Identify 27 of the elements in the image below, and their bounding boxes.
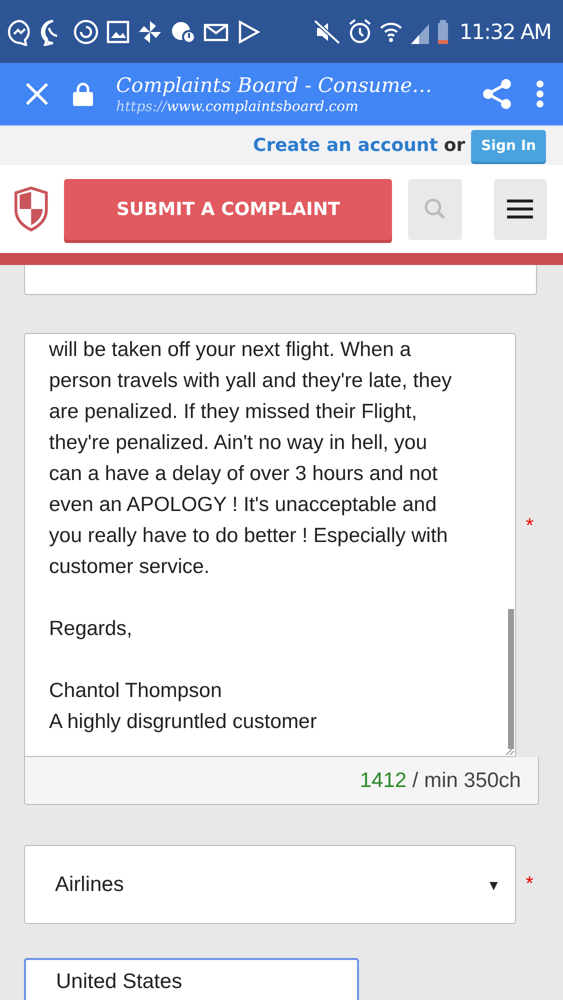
complaint-textarea[interactable]: will be taken off your next flight. When a person travels with yall and they're late, they are penalized. If they missed their Flight, they're penalized. Ain't no way in hell, you can a have a delay of over 3 hours and not even an APOLOGY ! It's unacceptable and you really have to do better ! Especially with customer service. Regards, Chantol Thompson A highly disgruntled customer xyxy=(24,333,516,757)
required-mark: * xyxy=(526,873,534,896)
country-dropdown[interactable]: United States xyxy=(24,958,359,1000)
close-icon[interactable] xyxy=(24,81,50,107)
page-title: Complaints Board - Consume… xyxy=(116,73,434,97)
battery-icon xyxy=(436,18,450,46)
character-counter: 1412 / min 350ch xyxy=(360,768,521,792)
text-field[interactable] xyxy=(24,265,537,295)
mute-icon xyxy=(312,18,342,46)
sync-icon xyxy=(72,18,100,46)
more-options-icon[interactable] xyxy=(535,79,545,109)
page-url: https://www.complaintsboard.com xyxy=(116,99,360,115)
menu-button[interactable] xyxy=(494,178,547,240)
submit-complaint-button[interactable]: SUBMIT A COMPLAINT xyxy=(64,178,392,240)
scrollbar[interactable] xyxy=(508,609,514,749)
lock-icon xyxy=(72,81,94,107)
clock-time: 11:32 AM xyxy=(459,20,551,44)
alarm-icon xyxy=(347,18,374,46)
create-account-link[interactable]: Create an account xyxy=(252,135,438,156)
share-icon[interactable] xyxy=(481,78,513,110)
required-mark: * xyxy=(526,514,534,538)
resize-handle-icon xyxy=(506,747,514,755)
category-dropdown[interactable]: Airlines ▼ xyxy=(24,845,516,924)
shield-logo-icon xyxy=(14,185,48,233)
menu-icon xyxy=(507,199,534,219)
or-label: or xyxy=(444,135,466,156)
search-icon xyxy=(424,198,446,220)
